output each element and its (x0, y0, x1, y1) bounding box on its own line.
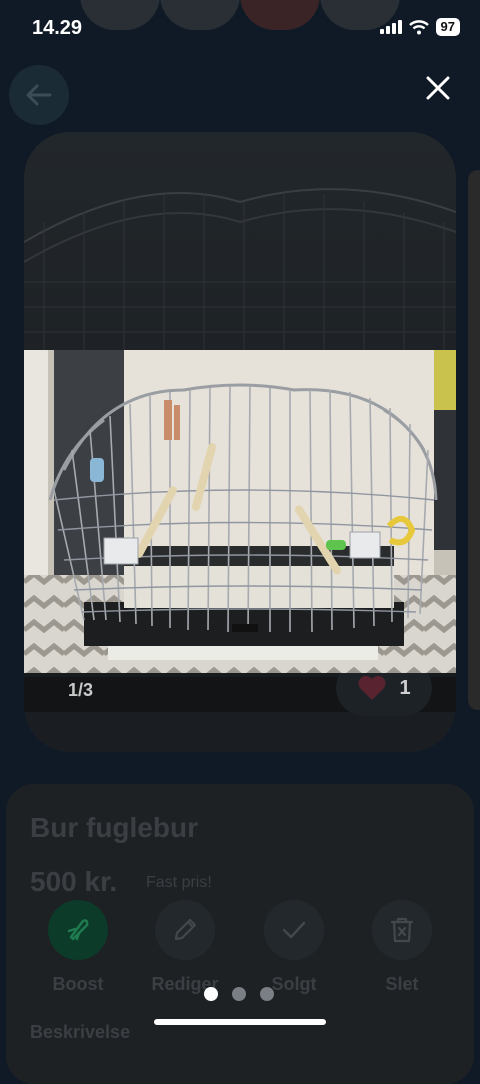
like-count: 1 (399, 676, 411, 699)
sold-circle (264, 900, 324, 960)
photo-page-indicator (204, 987, 274, 1001)
heart-icon (358, 676, 386, 700)
battery-indicator: 97 (435, 18, 460, 36)
status-icons: 97 (379, 18, 460, 36)
edit-circle (155, 900, 215, 960)
description-heading: Beskrivelse (30, 1022, 131, 1042)
background-blob (160, 0, 240, 30)
delete-label: Slet (385, 974, 419, 994)
page-dot-2[interactable] (232, 987, 246, 1001)
listing-title: Bur fuglebur (30, 812, 198, 843)
signal-icon (379, 20, 402, 34)
page-dot-3[interactable] (260, 987, 274, 1001)
price-type: Fast pris! (146, 874, 212, 891)
back-button[interactable] (9, 65, 69, 125)
next-listing-peek (468, 170, 480, 710)
status-time: 14.29 (32, 17, 83, 39)
sold-button[interactable]: Solgt (249, 900, 339, 995)
page-dot-1[interactable] (204, 987, 218, 1001)
close-button[interactable] (418, 68, 458, 108)
edit-button[interactable]: Rediger (140, 900, 230, 995)
boost-button[interactable]: Boost (33, 900, 123, 995)
bird-cage-photo (24, 350, 456, 673)
background-blob (80, 0, 160, 30)
checkmark-icon (282, 921, 306, 939)
photo-viewer[interactable] (24, 350, 456, 673)
boost-circle (48, 900, 108, 960)
status-bar: 14.29 97 (0, 0, 480, 60)
listing-price: 500 kr. (30, 866, 118, 897)
wifi-icon (408, 19, 429, 34)
background-blob (240, 0, 320, 30)
arrow-left-icon (26, 84, 52, 106)
delete-circle (372, 900, 432, 960)
boost-label: Boost (52, 974, 104, 994)
rocket-icon (67, 919, 89, 941)
trash-icon (390, 917, 414, 943)
pencil-icon (174, 918, 197, 941)
home-indicator[interactable] (154, 1019, 326, 1025)
close-icon (426, 76, 450, 100)
delete-button[interactable]: Slet (357, 900, 447, 995)
photo-counter: 1/3 (68, 680, 94, 700)
